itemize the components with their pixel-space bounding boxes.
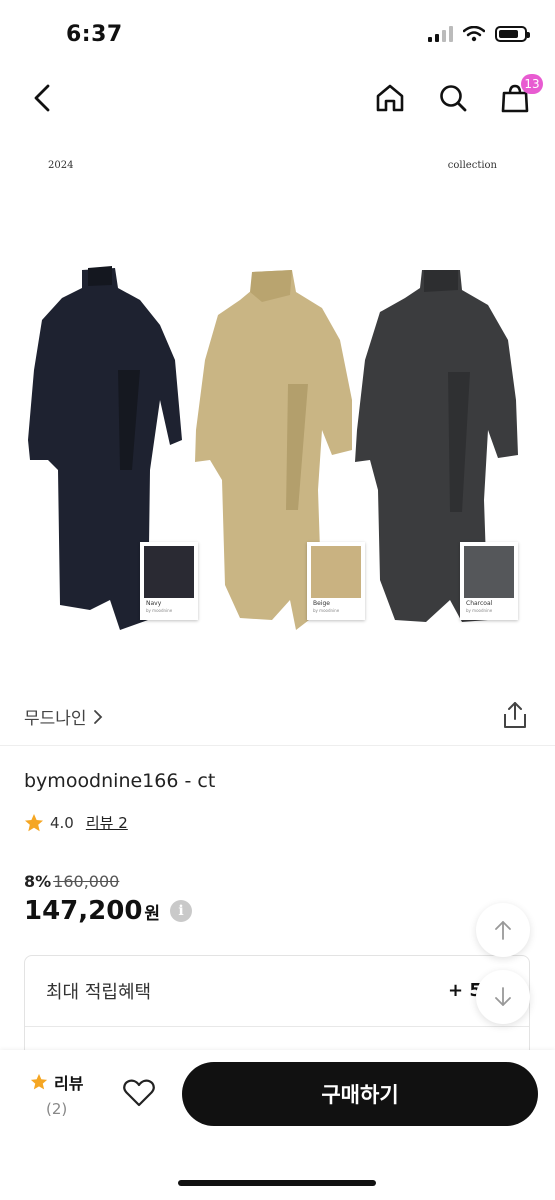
bottom-review-button[interactable]: 리뷰 [30, 1070, 83, 1094]
buy-button[interactable]: 구매하기 [182, 1062, 538, 1126]
swatch-chip [464, 546, 514, 598]
star-icon [30, 1073, 48, 1090]
arrow-up-icon [495, 921, 511, 940]
swatch-chip [311, 546, 361, 598]
battery-icon [495, 26, 530, 42]
wishlist-button[interactable] [122, 1078, 158, 1112]
swatch-label: Navy [146, 600, 162, 607]
search-button[interactable] [435, 80, 471, 116]
swatch-brand: by moodnine [466, 608, 493, 613]
review-link[interactable]: 리뷰 2 [86, 812, 128, 833]
original-price: 160,000 [53, 872, 120, 891]
bottom-review-count: (2) [46, 1100, 68, 1118]
back-button[interactable] [24, 80, 60, 116]
divider [0, 745, 555, 746]
share-icon [504, 702, 526, 728]
image-year-text: 2024 [48, 160, 74, 171]
wifi-icon [463, 26, 485, 42]
swatch-label: Beige [313, 600, 330, 607]
price-row: 147,200 원 i [24, 896, 193, 926]
scroll-up-button[interactable] [476, 903, 530, 957]
status-icons [428, 26, 530, 42]
benefit-label: 최대 적립혜택 [46, 982, 152, 1003]
benefit-separator [25, 1026, 529, 1027]
bottom-review-label: 리뷰 [54, 1074, 84, 1093]
swatch-label: Charcoal [466, 600, 493, 607]
swatch-brand: by moodnine [313, 608, 340, 613]
discount-percent: 8% [24, 872, 52, 891]
arrow-down-icon [495, 987, 511, 1006]
cart-button[interactable]: 13 [497, 74, 543, 116]
swatch-brand: by moodnine [146, 608, 173, 613]
star-icon [25, 813, 43, 831]
search-icon [440, 85, 467, 112]
swatch-beige: Beige by moodnine [307, 542, 365, 620]
product-title: bymoodnine166 - ct [24, 770, 216, 792]
home-button[interactable] [372, 80, 408, 116]
store-name: 무드나인 [24, 709, 87, 729]
chevron-left-icon [34, 84, 50, 112]
rating-value: 4.0 [50, 813, 74, 832]
sale-price: 147,200 [24, 896, 143, 926]
status-time: 6:37 [66, 22, 123, 47]
swatch-charcoal: Charcoal by moodnine [460, 542, 518, 620]
swatch-navy: Navy by moodnine [140, 542, 198, 620]
swatch-chip [144, 546, 194, 598]
currency-label: 원 [144, 904, 161, 924]
image-collection-text: collection [447, 160, 497, 171]
heart-icon [123, 1079, 155, 1107]
store-link[interactable]: 무드나인 [24, 704, 103, 729]
rating-row: 4.0 리뷰 2 [24, 812, 128, 833]
info-icon[interactable]: i [170, 900, 193, 922]
cellular-signal-icon [428, 26, 453, 42]
discount-row: 8% 160,000 [24, 872, 119, 891]
chevron-right-icon [93, 709, 102, 724]
share-button[interactable] [501, 700, 529, 730]
scroll-down-button[interactable] [476, 970, 530, 1024]
home-icon [376, 84, 404, 112]
home-indicator [178, 1180, 376, 1186]
cart-count-badge: 13 [521, 74, 543, 94]
